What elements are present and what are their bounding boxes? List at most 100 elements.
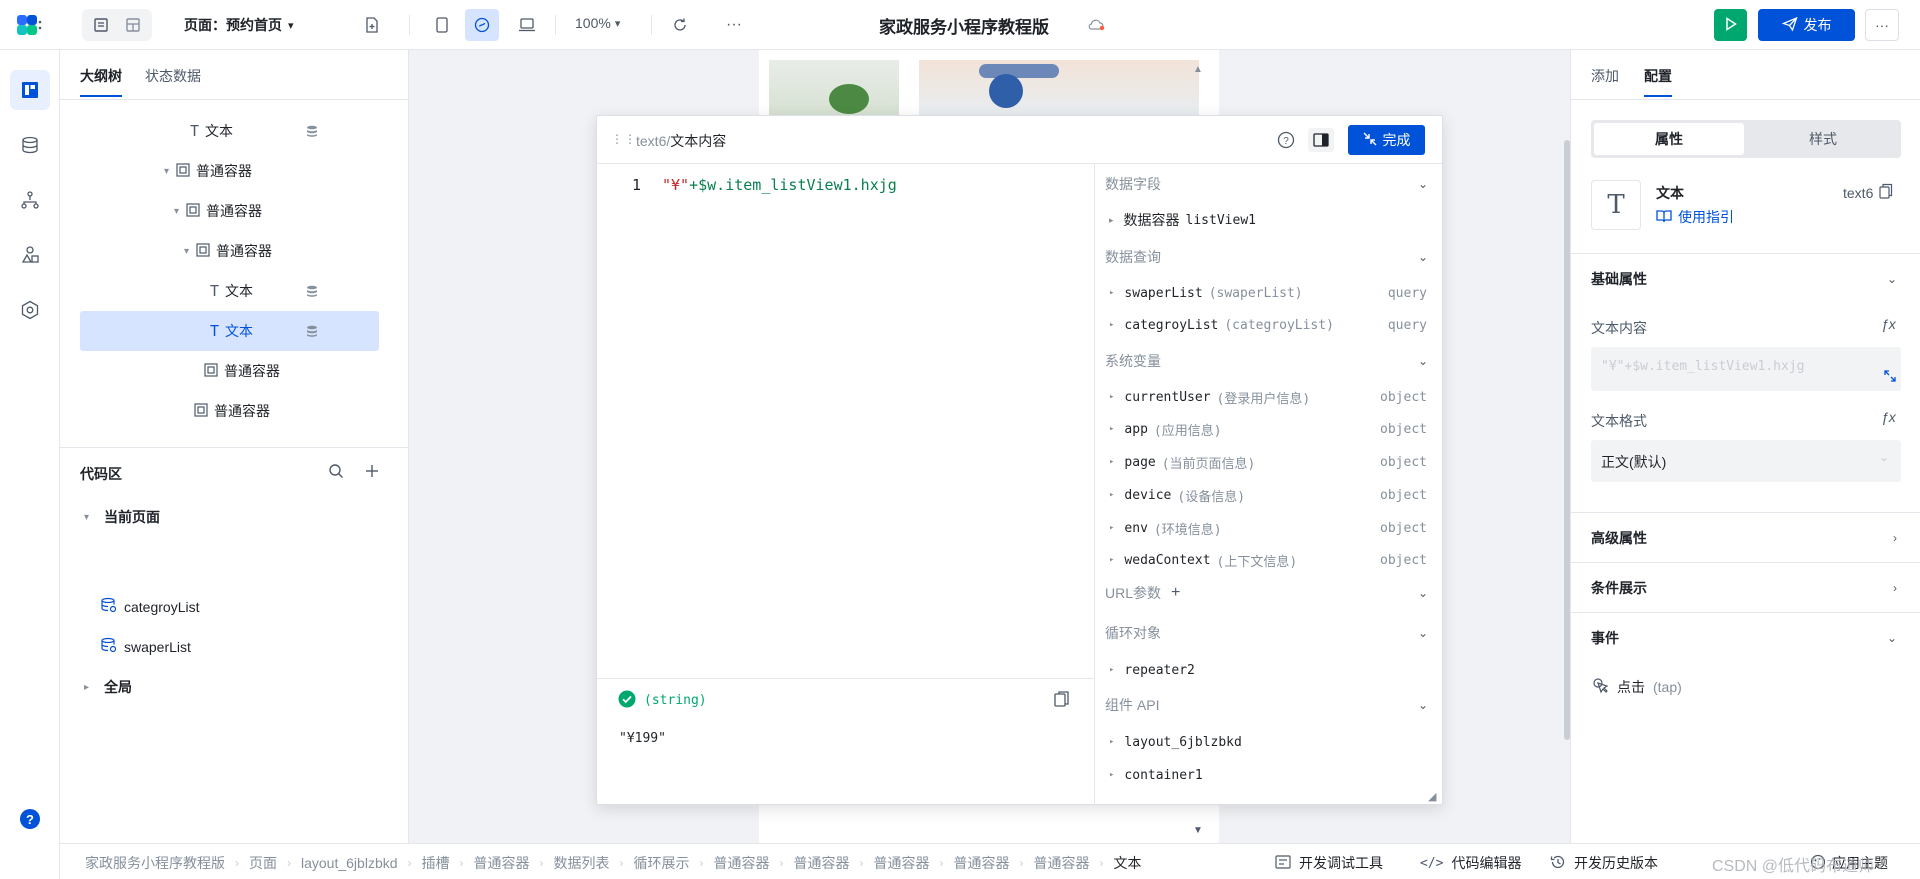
add-icon[interactable]: + (1171, 584, 1180, 602)
caret-down-icon[interactable]: ▾ (164, 166, 176, 177)
var-page[interactable]: ▸ page (当前页面信息) object (1095, 447, 1442, 477)
text-content-field[interactable]: "¥"+$w.item_listView1.hxjg (1591, 347, 1901, 391)
breadcrumb-item[interactable]: 普通容器 (474, 853, 530, 873)
var-repeater2[interactable]: ▸ repeater2 (1095, 655, 1442, 685)
code-item-swaperList[interactable]: swaperList (100, 637, 191, 656)
tree-item-container[interactable]: 普通容器 (80, 351, 379, 391)
text-format-select[interactable]: 正文(默认) ⌄ (1591, 440, 1901, 482)
breadcrumb-item[interactable]: 普通容器 (874, 853, 930, 873)
current-page-group[interactable]: ▾ 当前页面 (84, 507, 160, 527)
section-url-params[interactable]: URL参数 + ⌄ (1095, 578, 1442, 608)
event-tap[interactable]: 点击 (tap) (1591, 676, 1682, 697)
usage-guide-link[interactable]: 使用指引 (1656, 207, 1734, 227)
history-versions-button[interactable]: 开发历史版本 (1550, 853, 1658, 873)
breadcrumb-item[interactable]: layout_6jblzbkd (301, 855, 398, 871)
side-panel-toggle-icon[interactable] (1308, 128, 1334, 152)
code-line[interactable]: "¥"+$w.item_listView1.hxjg (662, 176, 897, 194)
desktop-view-icon[interactable] (510, 9, 544, 41)
var-wedaContext[interactable]: ▸ wedaContext (上下文信息) object (1095, 545, 1442, 575)
var-app[interactable]: ▸ app (应用信息) object (1095, 414, 1442, 444)
publish-button[interactable]: 发布 (1758, 9, 1855, 41)
scroll-down-icon[interactable]: ▼ (1193, 825, 1203, 836)
more-menu-button[interactable]: ··· (1865, 9, 1899, 41)
global-group[interactable]: ▸ 全局 (84, 677, 132, 697)
add-page-icon[interactable] (360, 13, 384, 37)
zoom-selector[interactable]: 100% ▾ (575, 15, 620, 31)
section-conditional[interactable]: 条件展示 › (1571, 562, 1920, 612)
breadcrumb-item[interactable]: 普通容器 (714, 853, 770, 873)
breadcrumb-item[interactable]: 插槽 (422, 853, 450, 873)
breadcrumb-item-current[interactable]: 文本 (1114, 853, 1142, 873)
breadcrumb-item[interactable]: 普通容器 (794, 853, 850, 873)
run-button[interactable] (1714, 9, 1747, 41)
tab-outline[interactable]: 大纲树 (80, 66, 122, 97)
layout-view-icon[interactable] (117, 17, 149, 33)
section-component-api[interactable]: 组件 API ⌄ (1095, 690, 1442, 720)
workflow-icon[interactable] (10, 180, 50, 220)
resize-handle-icon[interactable]: ◢ (1428, 790, 1436, 803)
var-container1[interactable]: ▸ container1 (1095, 760, 1442, 790)
code-item-categroyList[interactable]: categroyList (100, 597, 199, 616)
code-editor[interactable]: 1 "¥"+$w.item_listView1.hxjg (597, 164, 1095, 686)
components-icon[interactable] (10, 235, 50, 275)
var-query-categroyList[interactable]: ▸ categroyList (categroyList) query (1095, 310, 1442, 340)
section-advanced[interactable]: 高级属性 › (1571, 512, 1920, 562)
section-events[interactable]: 事件 ⌄ (1571, 612, 1920, 662)
var-currentUser[interactable]: ▸ currentUser (登录用户信息) object (1095, 382, 1442, 412)
seg-properties[interactable]: 属性 (1594, 123, 1744, 155)
section-data-query[interactable]: 数据查询 ⌄ (1095, 242, 1442, 272)
settings-hex-icon[interactable] (10, 290, 50, 330)
copy-icon[interactable] (1879, 183, 1893, 202)
breadcrumb-item[interactable]: 普通容器 (1034, 853, 1090, 873)
var-name: currentUser (1124, 389, 1211, 405)
help-icon[interactable]: ? (20, 809, 40, 829)
tab-config[interactable]: 配置 (1644, 66, 1672, 97)
outline-view-icon[interactable] (85, 17, 117, 33)
add-icon[interactable] (364, 463, 380, 482)
page-selector[interactable]: 页面：预约首页 ▾ (184, 15, 294, 35)
var-device[interactable]: ▸ device (设备信息) object (1095, 480, 1442, 510)
section-basic-props[interactable]: 基础属性 ⌄ (1571, 253, 1920, 303)
debug-tools-button[interactable]: 开发调试工具 (1275, 853, 1383, 873)
seg-styles[interactable]: 样式 (1748, 123, 1898, 155)
fx-icon[interactable]: ƒx (1881, 409, 1896, 425)
var-layout[interactable]: ▸ layout_6jblzbkd (1095, 727, 1442, 757)
tab-state-data[interactable]: 状态数据 (145, 66, 201, 86)
refresh-icon[interactable] (668, 13, 692, 37)
drag-handle-icon[interactable]: ⋮⋮ (611, 132, 637, 146)
section-loop-objects[interactable]: 循环对象 ⌄ (1095, 618, 1442, 648)
section-data-fields[interactable]: 数据字段 ⌄ (1095, 169, 1442, 199)
breadcrumb-item[interactable]: 普通容器 (954, 853, 1010, 873)
breadcrumb-item[interactable]: 循环展示 (634, 853, 690, 873)
help-circle-icon[interactable]: ? (1277, 131, 1295, 152)
var-env[interactable]: ▸ env (环境信息) object (1095, 513, 1442, 543)
tree-item-text[interactable]: T 文本 (80, 271, 379, 311)
miniprogram-view-icon[interactable] (465, 9, 499, 41)
mobile-view-icon[interactable] (425, 9, 459, 41)
expand-icon[interactable] (1884, 369, 1896, 385)
breadcrumb-item[interactable]: 家政服务小程序教程版 (85, 853, 225, 873)
breadcrumb-item[interactable]: 页面 (249, 853, 277, 873)
caret-down-icon[interactable]: ▾ (174, 206, 186, 217)
search-icon[interactable] (328, 463, 344, 482)
section-system-vars[interactable]: 系统变量 ⌄ (1095, 346, 1442, 376)
tree-item-container[interactable]: ▾ 普通容器 (80, 151, 379, 191)
tree-item-container[interactable]: ▾ 普通容器 (80, 231, 379, 271)
tree-item-text-selected[interactable]: T 文本 (80, 311, 379, 351)
database-icon[interactable] (10, 125, 50, 165)
caret-down-icon[interactable]: ▾ (184, 246, 196, 257)
breadcrumb-item[interactable]: 数据列表 (554, 853, 610, 873)
tree-item-container[interactable]: 普通容器 (80, 391, 379, 431)
var-query-swaperList[interactable]: ▸ swaperList (swaperList) query (1095, 278, 1442, 308)
copy-icon[interactable] (1054, 690, 1070, 711)
tab-add[interactable]: 添加 (1591, 66, 1619, 86)
more-icon[interactable]: ··· (722, 13, 746, 37)
fx-icon[interactable]: ƒx (1881, 316, 1896, 332)
scroll-up-icon[interactable]: ▲ (1193, 64, 1203, 75)
tree-item-text[interactable]: T 文本 (80, 111, 379, 151)
code-editor-button[interactable]: </> 代码编辑器 (1420, 853, 1521, 873)
done-button[interactable]: 完成 (1348, 125, 1425, 155)
outline-panel-icon[interactable] (10, 70, 50, 110)
tree-item-container[interactable]: ▾ 普通容器 (80, 191, 379, 231)
var-data-container[interactable]: ▸ 数据容器 listView1 (1095, 205, 1442, 235)
